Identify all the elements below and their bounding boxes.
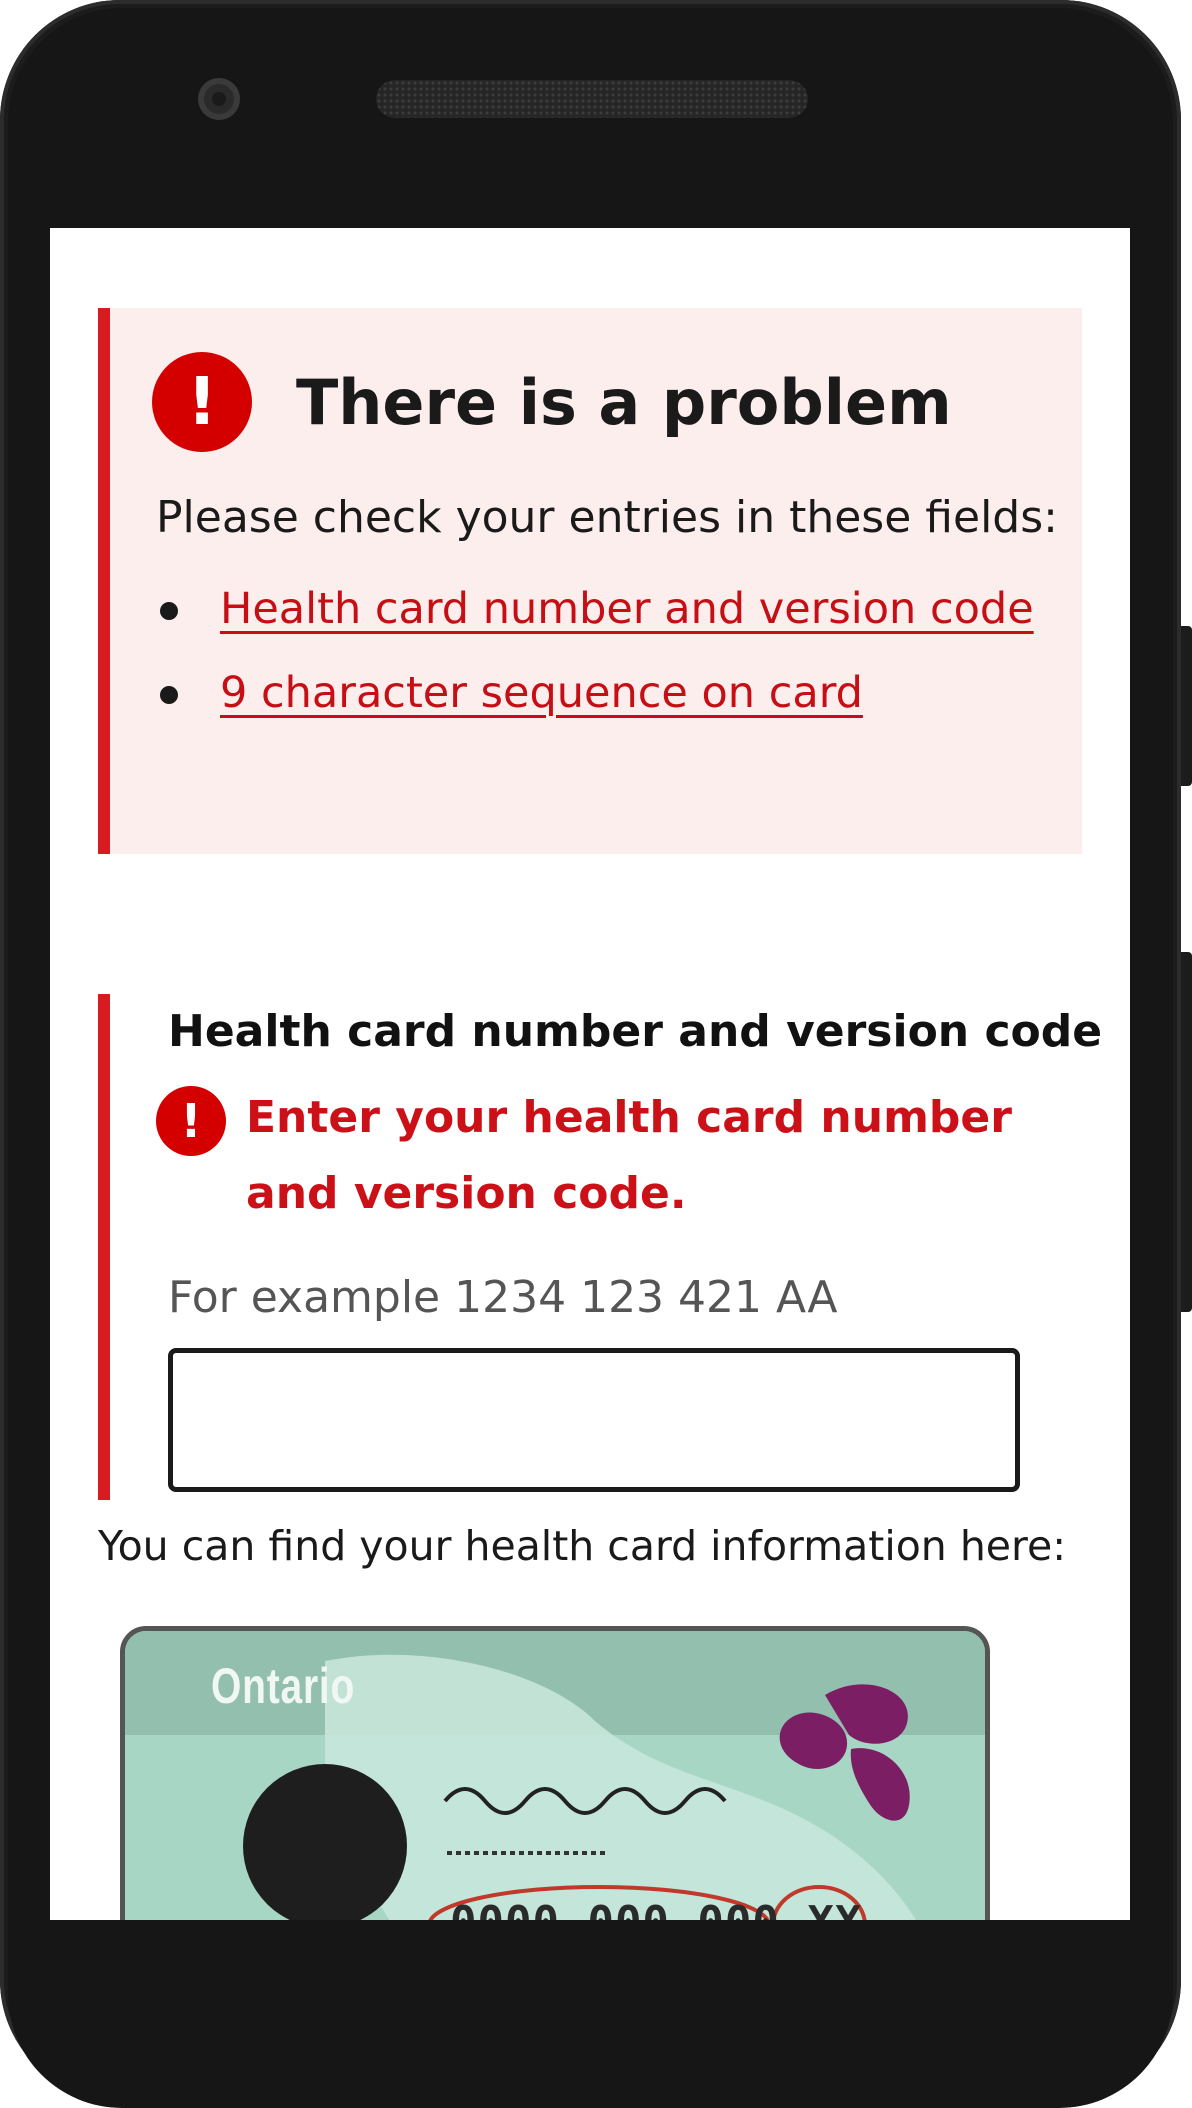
phone-screen: ! There is a problem Please check your e… xyxy=(50,228,1130,1920)
error-summary: ! There is a problem Please check your e… xyxy=(98,308,1082,854)
health-card-number-input[interactable] xyxy=(168,1348,1020,1492)
error-link-character-sequence[interactable]: 9 character sequence on card xyxy=(220,668,863,718)
field-error-message: Enter your health card number and versio… xyxy=(246,1092,1012,1219)
exclamation-icon: ! xyxy=(156,1086,226,1156)
exclamation-icon: ! xyxy=(152,352,252,452)
power-button xyxy=(1181,952,1192,1312)
front-camera xyxy=(198,78,240,120)
health-card-illustration: Ontario 0000-000-000-XX xyxy=(120,1626,990,1920)
error-summary-title: There is a problem xyxy=(296,366,952,439)
card-number-sample: 0000-000-000-XX xyxy=(450,1893,862,1920)
error-link-health-card-number[interactable]: Health card number and version code xyxy=(220,584,1034,634)
card-province-label: Ontario xyxy=(211,1658,356,1714)
bullet-dot xyxy=(160,602,178,620)
health-card-label: Health card number and version code xyxy=(168,1006,1103,1057)
error-summary-intro: Please check your entries in these field… xyxy=(156,492,1058,543)
error-summary-list: Health card number and version code 9 ch… xyxy=(156,570,1056,746)
list-item: Health card number and version code xyxy=(156,570,1056,648)
field-hint: For example 1234 123 421 AA xyxy=(168,1272,838,1323)
earpiece-speaker xyxy=(376,80,808,118)
help-text: You can find your health card informatio… xyxy=(98,1522,1067,1570)
volume-button xyxy=(1181,626,1192,786)
bullet-dot xyxy=(160,686,178,704)
list-item: 9 character sequence on card xyxy=(156,654,1056,732)
health-card-field-group: Health card number and version code ! En… xyxy=(98,994,1102,1500)
